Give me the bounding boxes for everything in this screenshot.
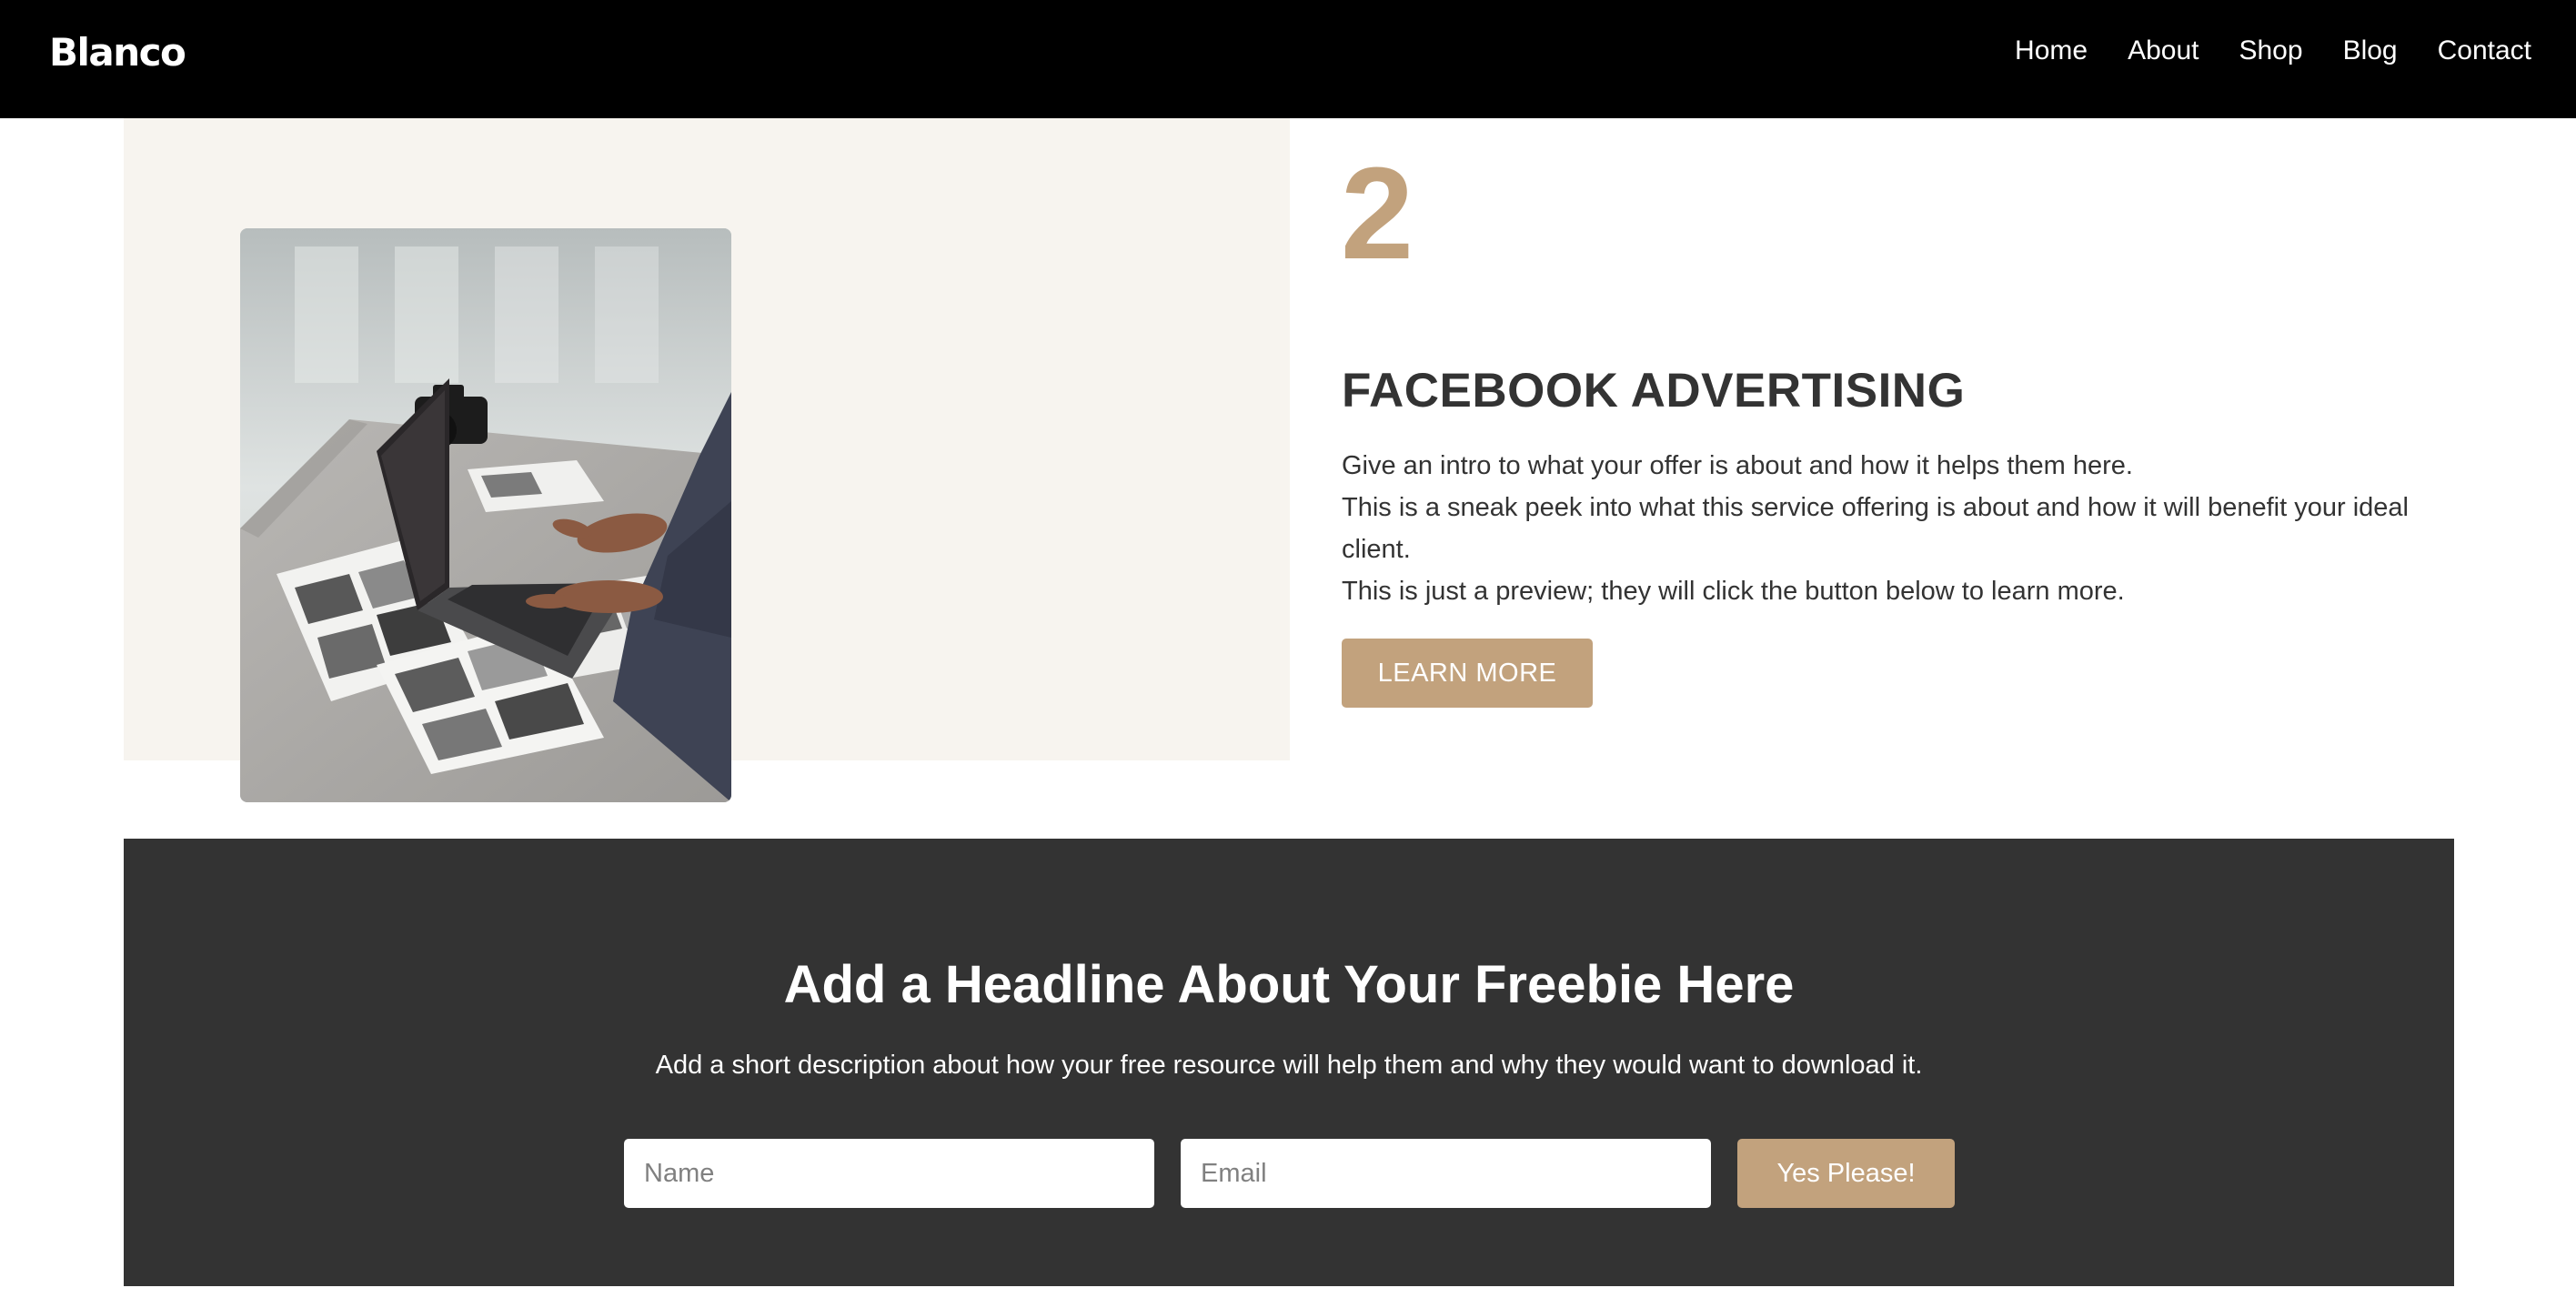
service-preview-text: This is a sneak peek into what this serv… xyxy=(1342,493,2409,564)
nav-about[interactable]: About xyxy=(2128,35,2199,66)
step-number: 2 xyxy=(1341,140,1414,287)
nav-home[interactable]: Home xyxy=(2015,35,2088,66)
nav-shop[interactable]: Shop xyxy=(2239,35,2302,66)
freebie-headline: Add a Headline About Your Freebie Here xyxy=(783,955,1795,1014)
workspace-photo xyxy=(240,228,731,802)
nav-blog[interactable]: Blog xyxy=(2343,35,2398,66)
brand-logo[interactable]: Blanco xyxy=(49,27,186,78)
main-nav: Home About Shop Blog Contact xyxy=(2015,31,2531,71)
freebie-description: Add a short description about how your f… xyxy=(655,1051,1923,1080)
service-description: Give an intro to what your offer is abou… xyxy=(1342,445,2451,612)
learn-more-button[interactable]: LEARN MORE xyxy=(1342,639,1593,708)
service-title: FACEBOOK ADVERTISING xyxy=(1342,364,1966,418)
name-input[interactable] xyxy=(624,1139,1154,1208)
nav-contact[interactable]: Contact xyxy=(2438,35,2531,66)
service-cta-text: This is just a preview; they will click … xyxy=(1342,577,2125,606)
freebie-optin-section: Add a Headline About Your Freebie Here A… xyxy=(124,839,2454,1286)
service-intro-text: Give an intro to what your offer is abou… xyxy=(1342,451,2133,480)
site-header: Blanco Home About Shop Blog Contact xyxy=(0,0,2576,118)
submit-freebie-button[interactable]: Yes Please! xyxy=(1737,1139,1955,1208)
email-input[interactable] xyxy=(1181,1139,1711,1208)
